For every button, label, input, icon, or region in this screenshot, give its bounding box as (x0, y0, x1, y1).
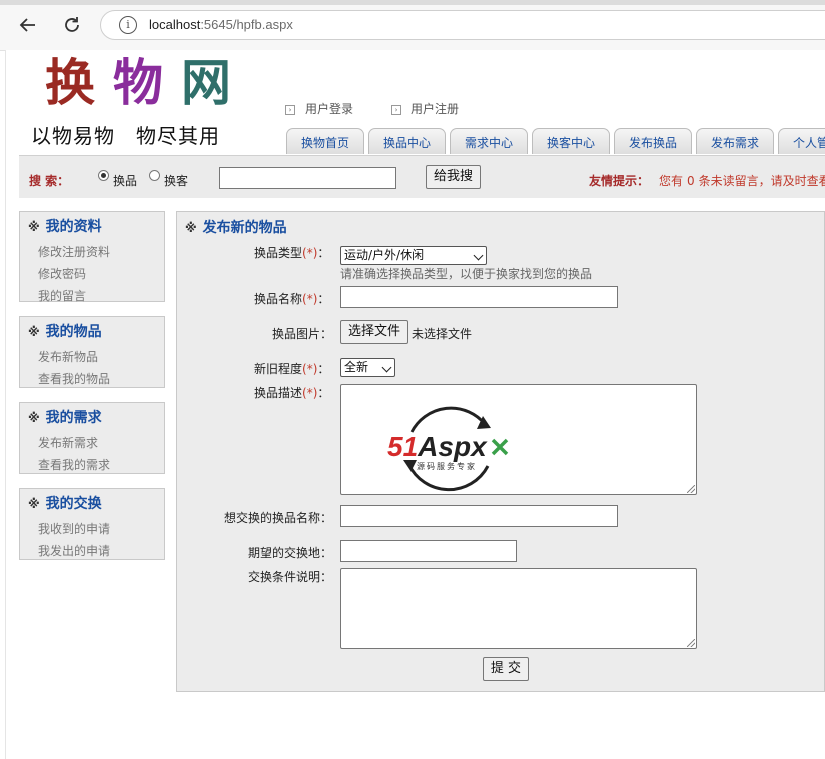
reload-icon[interactable] (58, 11, 86, 39)
51aspx-logo: 51Aspx 源码服务专家 (387, 402, 517, 494)
tab-demands[interactable]: 需求中心 (450, 128, 528, 154)
site-slogan: 以物易物 物尽其用 (31, 124, 220, 148)
radio-traders-label: 换客 (164, 174, 189, 188)
tab-home[interactable]: 换物首页 (286, 128, 364, 154)
site-logo: 换物网 (45, 53, 249, 112)
name-label: 换品名称(*)： (254, 292, 330, 306)
wanted-item-label: 想交换的换品名称： (224, 511, 333, 525)
login-link[interactable]: › 用户登录 (285, 100, 353, 117)
tab-strip-edge (0, 0, 825, 5)
address-bar[interactable]: i localhost:5645/hpfb.aspx (100, 10, 825, 40)
submit-button[interactable]: 提 交 (483, 657, 529, 681)
sidebar-item-my-messages[interactable]: 我的留言 (38, 287, 86, 304)
info-icon[interactable]: i (119, 16, 137, 34)
back-arrow-icon[interactable] (14, 11, 42, 39)
sidebar-item-view-demands[interactable]: 查看我的需求 (38, 456, 110, 473)
unread-message-tip[interactable]: 您有 0 条未读留言，请及时查看 (659, 172, 825, 189)
choose-file-button[interactable]: 选择文件 (340, 320, 408, 344)
image-label: 换品图片： (272, 327, 333, 341)
condition-label: 新旧程度(*)： (254, 362, 330, 376)
type-select[interactable]: 运动/户外/休闲 (340, 246, 487, 265)
sidebar-item-post-demand[interactable]: 发布新需求 (38, 434, 98, 451)
resize-handle-icon[interactable] (687, 639, 695, 647)
green-x-icon (491, 438, 509, 456)
sidebar-item-received-requests[interactable]: 我收到的申请 (38, 520, 110, 537)
search-input[interactable] (219, 167, 396, 189)
search-button[interactable]: 给我搜 (426, 165, 481, 189)
url-text[interactable]: localhost:5645/hpfb.aspx (149, 17, 293, 32)
resize-handle-icon[interactable] (687, 485, 695, 493)
browser-toolbar: i localhost:5645/hpfb.aspx (0, 0, 825, 51)
terms-label: 交换条件说明： (248, 570, 333, 584)
sidebar-demands: ※ 我的需求 发布新需求 查看我的需求 (19, 402, 165, 474)
sidebar-title: ※ 我的需求 (28, 410, 102, 426)
sidebar-item-post-item[interactable]: 发布新物品 (38, 348, 98, 365)
type-hint: 请准确选择换品类型，以便于换家找到您的换品 (340, 267, 593, 281)
name-input[interactable] (340, 286, 618, 308)
tab-personal[interactable]: 个人管 (778, 128, 825, 154)
sidebar-title: ※ 我的交换 (28, 496, 102, 512)
tab-post-item[interactable]: 发布换品 (614, 128, 692, 154)
sidebar-profile: ※ 我的资料 修改注册资料 修改密码 我的留言 (19, 211, 165, 304)
form-title: ※ 发布新的物品 (185, 220, 287, 236)
tab-post-demand[interactable]: 发布需求 (696, 128, 774, 154)
chevron-down-icon (473, 250, 484, 261)
sidebar-item-edit-profile[interactable]: 修改注册资料 (38, 243, 110, 260)
arrow-bullet-icon: › (285, 105, 295, 115)
sidebar-items: ※ 我的物品 发布新物品 查看我的物品 (19, 316, 165, 388)
description-label: 换品描述(*)： (254, 386, 330, 400)
chevron-down-icon (381, 362, 392, 373)
file-status: 未选择文件 (412, 327, 473, 341)
sidebar-item-sent-requests[interactable]: 我发出的申请 (38, 542, 110, 559)
search-bar: 搜 索： 换品 换客 给我搜 友情提示： 您有 0 条未读留言，请及时查看 (19, 155, 825, 198)
tab-items[interactable]: 换品中心 (368, 128, 446, 154)
sidebar-title: ※ 我的资料 (28, 219, 102, 235)
sidebar-item-change-password[interactable]: 修改密码 (38, 265, 86, 282)
arrow-bullet-icon: › (391, 105, 401, 115)
exchange-place-label: 期望的交换地： (248, 546, 333, 560)
tip-label: 友情提示： (589, 174, 650, 188)
terms-textarea[interactable] (340, 568, 697, 649)
51aspx-wordmark: 51Aspx (387, 431, 487, 462)
exchange-place-input[interactable] (340, 540, 517, 562)
radio-traders[interactable] (149, 170, 160, 181)
register-link[interactable]: › 用户注册 (391, 100, 459, 117)
search-label: 搜 索： (29, 174, 70, 188)
tab-traders[interactable]: 换客中心 (532, 128, 610, 154)
type-label: 换品类型(*)： (254, 246, 330, 260)
51aspx-tagline: 源码服务专家 (417, 462, 477, 471)
radio-items-label: 换品 (113, 174, 138, 188)
sidebar-exchanges: ※ 我的交换 我收到的申请 我发出的申请 (19, 488, 165, 560)
sidebar-title: ※ 我的物品 (28, 324, 102, 340)
radio-items[interactable] (98, 170, 109, 181)
wanted-item-input[interactable] (340, 505, 618, 527)
condition-select[interactable]: 全新 (340, 358, 395, 377)
sidebar-item-view-items[interactable]: 查看我的物品 (38, 370, 110, 387)
